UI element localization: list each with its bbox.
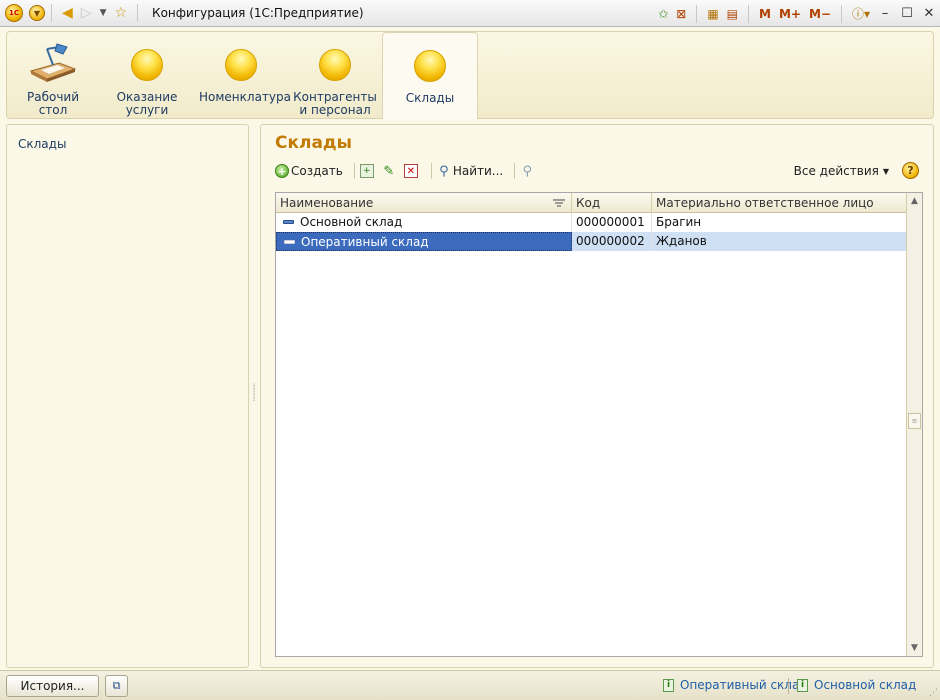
help-icon[interactable]: ? bbox=[902, 162, 919, 179]
sections-panel: Рабочий стол Оказание услуги Номенклатура … bbox=[6, 31, 934, 119]
divider bbox=[51, 4, 52, 22]
section-label: Оказание услуги bbox=[116, 90, 178, 117]
section-nomenclature[interactable]: Номенклатура bbox=[199, 32, 291, 119]
table-header: Наименование Код Материально ответственн… bbox=[276, 193, 907, 213]
resize-grip-icon[interactable]: ⋰ bbox=[929, 688, 938, 698]
column-header-responsible[interactable]: Материально ответственное лицо bbox=[652, 193, 907, 213]
all-actions-menu[interactable]: Все действия ▼ bbox=[794, 161, 889, 181]
scroll-down-icon[interactable]: ▼ bbox=[907, 640, 922, 656]
cancel-search-icon: ⚲ bbox=[522, 163, 533, 179]
windows-list-icon[interactable]: ⧉ bbox=[105, 675, 128, 697]
section-desktop[interactable]: Рабочий стол bbox=[11, 32, 95, 119]
history-dropdown-icon[interactable]: ▼ bbox=[100, 8, 107, 18]
form-icon: i bbox=[797, 678, 808, 692]
divider bbox=[514, 163, 516, 179]
cancel-search-button[interactable]: ⚲ bbox=[520, 163, 536, 179]
cell-name: Оперативный склад bbox=[276, 232, 572, 251]
yellow-ball-icon bbox=[414, 50, 446, 82]
copy-button[interactable]: + bbox=[359, 164, 376, 178]
catalog-item-icon bbox=[284, 239, 295, 244]
memory-add-button[interactable]: M+ bbox=[779, 7, 801, 21]
create-button[interactable]: + Создать bbox=[275, 164, 343, 178]
info-icon[interactable]: ⓘ▾ bbox=[852, 5, 870, 22]
forward-arrow-icon[interactable]: ▷ bbox=[81, 5, 92, 21]
chevron-down-icon: ▼ bbox=[882, 166, 889, 176]
main-menu-icon[interactable]: ▼ bbox=[29, 5, 45, 21]
vertical-scrollbar[interactable]: ▲ ≡ ▼ bbox=[906, 193, 922, 656]
page-title: Склады bbox=[275, 133, 353, 153]
yellow-ball-icon bbox=[319, 49, 351, 81]
minimize-icon[interactable]: – bbox=[874, 6, 896, 21]
divider bbox=[840, 4, 842, 23]
sort-filter-icon[interactable] bbox=[553, 199, 565, 207]
title-bar: 1С ▼ ◀ ▷ ▼ ☆ Конфигурация (1С:Предприяти… bbox=[0, 0, 940, 27]
back-arrow-icon[interactable]: ◀ bbox=[62, 5, 73, 21]
column-header-name[interactable]: Наименование bbox=[276, 193, 572, 213]
open-window-tab[interactable]: i Основной склад bbox=[797, 678, 916, 692]
cell-name: Основной склад bbox=[276, 213, 572, 232]
status-bar: История... ⧉ i Оперативный склад i Основ… bbox=[0, 670, 940, 700]
section-label: Номенклатура bbox=[199, 90, 291, 104]
divider bbox=[748, 4, 750, 23]
yellow-ball-icon bbox=[131, 49, 163, 81]
section-label: Контрагенты и персонал bbox=[293, 90, 377, 117]
calendar-icon[interactable]: ▤ bbox=[727, 7, 738, 21]
edit-button[interactable]: ✎ bbox=[382, 163, 398, 179]
divider bbox=[430, 163, 432, 179]
section-label: Склады bbox=[405, 91, 455, 105]
catalog-item-icon bbox=[283, 219, 294, 224]
section-contractors[interactable]: Контрагенты и персонал bbox=[293, 32, 377, 119]
open-window-tab[interactable]: i Оперативный склад bbox=[663, 678, 808, 692]
main-panel: Склады + Создать + ✎ ✕ ⚲ Найти... ⚲ Все … bbox=[260, 124, 934, 668]
memory-subtract-button[interactable]: M− bbox=[809, 7, 831, 21]
add-icon: + bbox=[275, 164, 289, 178]
cell-responsible: Жданов bbox=[656, 234, 707, 248]
table-row[interactable]: Основной склад 000000001 Брагин bbox=[276, 213, 907, 232]
divider bbox=[353, 163, 355, 179]
delete-mark-icon: ✕ bbox=[403, 164, 418, 178]
history-button[interactable]: История... bbox=[6, 675, 99, 697]
divider bbox=[788, 678, 789, 694]
delete-button[interactable]: ✕ bbox=[403, 164, 420, 178]
table-row[interactable]: Оперативный склад 000000002 Жданов bbox=[276, 232, 907, 251]
divider bbox=[696, 4, 698, 23]
desk-lamp-icon bbox=[29, 43, 77, 82]
add-favorite-icon[interactable]: ✩ bbox=[658, 7, 668, 21]
bookmark-icon[interactable]: ⊠ bbox=[676, 7, 686, 21]
warehouses-table[interactable]: Наименование Код Материально ответственн… bbox=[275, 192, 923, 657]
cell-responsible: Брагин bbox=[656, 215, 702, 229]
copy-icon: + bbox=[359, 164, 374, 178]
maximize-icon[interactable]: ☐ bbox=[896, 6, 918, 21]
favorites-star-icon[interactable]: ☆ bbox=[114, 5, 127, 21]
pencil-icon: ✎ bbox=[383, 163, 395, 179]
memory-button[interactable]: M bbox=[759, 7, 771, 21]
magnifier-icon: ⚲ bbox=[439, 163, 449, 179]
yellow-ball-icon bbox=[225, 49, 257, 81]
column-header-code[interactable]: Код bbox=[572, 193, 652, 213]
scroll-up-icon[interactable]: ▲ bbox=[907, 193, 922, 209]
divider bbox=[137, 4, 139, 22]
app-logo-icon[interactable]: 1С bbox=[5, 4, 23, 22]
form-icon: i bbox=[663, 678, 674, 692]
window-title: Конфигурация (1С:Предприятие) bbox=[152, 6, 364, 20]
navigation-panel: Склады bbox=[6, 124, 249, 668]
section-label: Рабочий стол bbox=[26, 90, 80, 117]
section-services[interactable]: Оказание услуги bbox=[105, 32, 189, 119]
section-warehouses[interactable]: Склады bbox=[382, 32, 478, 119]
command-bar: + Создать + ✎ ✕ ⚲ Найти... ⚲ Все действи… bbox=[275, 161, 925, 181]
title-bar-tools: ✩ ⊠ ▦ ▤ M M+ M− ⓘ▾ – ☐ ✕ bbox=[654, 0, 940, 27]
cell-code: 000000002 bbox=[572, 232, 652, 251]
calculator-icon[interactable]: ▦ bbox=[707, 7, 718, 21]
scroll-thumb[interactable]: ≡ bbox=[908, 413, 921, 429]
close-icon[interactable]: ✕ bbox=[918, 6, 940, 21]
find-button[interactable]: ⚲ Найти... bbox=[437, 163, 503, 179]
nav-item-warehouses[interactable]: Склады bbox=[18, 137, 66, 151]
cell-code: 000000001 bbox=[572, 213, 652, 232]
panel-splitter[interactable]: ⁞ ⁞ ⁞ bbox=[251, 383, 257, 410]
